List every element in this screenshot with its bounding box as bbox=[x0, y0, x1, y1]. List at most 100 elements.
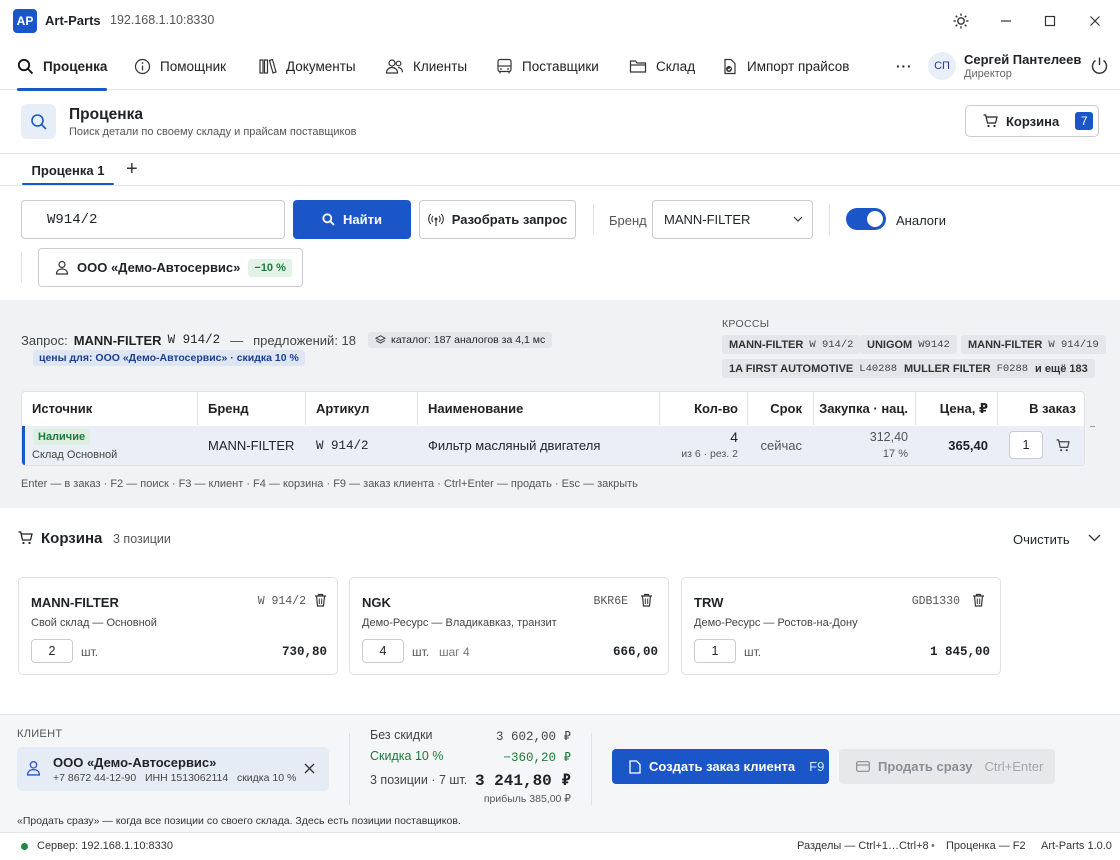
page-subtitle: Поиск детали по своему складу и прайсам … bbox=[69, 126, 357, 138]
cart-item-qty-input[interactable]: 1 bbox=[694, 639, 736, 663]
cart-title: Корзина bbox=[41, 530, 103, 547]
hotkeys-hint: Enter — в заказ · F2 — поиск · F3 — клие… bbox=[21, 478, 638, 490]
search-input[interactable]: W914/2 bbox=[21, 200, 285, 239]
nav-label: Импорт прайсов bbox=[747, 58, 850, 74]
app-version: Art-Parts 1.0.0 bbox=[1041, 840, 1112, 852]
cart-item-brand: TRW bbox=[694, 595, 724, 610]
column-header-qty[interactable]: Кол-во bbox=[662, 392, 738, 425]
close-button[interactable] bbox=[1085, 12, 1105, 30]
parse-query-label: Разобрать запрос bbox=[451, 212, 568, 227]
power-icon bbox=[1091, 57, 1108, 74]
document-icon bbox=[629, 759, 641, 774]
books-icon bbox=[259, 58, 277, 74]
brand-select[interactable]: MANN-FILTER bbox=[652, 200, 813, 239]
stock-badge: Наличие bbox=[33, 429, 91, 445]
cart-item-code: BKR6E bbox=[593, 595, 628, 608]
analogs-toggle[interactable] bbox=[846, 208, 886, 230]
add-tab-button[interactable]: + bbox=[126, 157, 138, 181]
cart-item-unit: шт. bbox=[412, 645, 430, 659]
cart-item-qty-input[interactable]: 4 bbox=[362, 639, 404, 663]
column-header-term[interactable]: Срок bbox=[750, 392, 802, 425]
cross-chip[interactable]: 1A FIRST AUTOMOTIVE L40288 bbox=[722, 359, 905, 378]
page-icon bbox=[21, 104, 56, 139]
discount-value: −360,20 ₽ bbox=[503, 751, 571, 765]
cross-code: W 914/2 bbox=[809, 338, 854, 351]
row-qty: 4 bbox=[730, 429, 738, 445]
chevron-down-icon bbox=[793, 216, 803, 222]
order-qty-input[interactable]: 1 bbox=[1009, 431, 1043, 459]
nav-item-warehouse[interactable]: Склад bbox=[629, 42, 695, 90]
query-summary: Запрос: MANN-FILTER W 914/2 — предложени… bbox=[21, 332, 553, 348]
cart-section-icon bbox=[18, 531, 33, 545]
column-header-source[interactable]: Источник bbox=[32, 392, 92, 425]
client-card[interactable]: ООО «Демо-Автосервис» +7 8672 44-12-90 И… bbox=[17, 747, 329, 791]
client-selector[interactable]: ООО «Демо-Автосервис» −10 % bbox=[38, 248, 303, 287]
divider bbox=[659, 392, 660, 425]
column-header-article[interactable]: Артикул bbox=[316, 392, 369, 425]
column-header-name[interactable]: Наименование bbox=[428, 392, 523, 425]
divider bbox=[349, 733, 350, 805]
client-section-label: КЛИЕНТ bbox=[17, 728, 63, 740]
nav-item-assistant[interactable]: Помощник bbox=[134, 42, 226, 90]
cart-icon bbox=[983, 114, 998, 128]
search-icon bbox=[322, 213, 335, 226]
cross-chip[interactable]: MULLER FILTER F0288 bbox=[897, 359, 1036, 378]
nav-item-estimate[interactable]: Проценка bbox=[17, 42, 108, 91]
nav-item-price-import[interactable]: Импорт прайсов bbox=[722, 42, 849, 90]
find-button[interactable]: Найти bbox=[293, 200, 411, 239]
sell-now-button[interactable]: Продать сразу Ctrl+Enter bbox=[839, 749, 1055, 784]
app-title: Art-Parts bbox=[45, 13, 101, 28]
nav-label: Поставщики bbox=[522, 58, 599, 74]
maximize-button[interactable] bbox=[1040, 12, 1060, 30]
nav-item-documents[interactable]: Документы bbox=[259, 42, 356, 90]
minimize-button[interactable] bbox=[996, 12, 1016, 30]
more-crosses-chip[interactable]: и ещё 183 bbox=[1028, 359, 1095, 378]
crosses-label: КРОССЫ bbox=[722, 318, 770, 330]
avatar[interactable]: СП bbox=[928, 52, 956, 80]
cross-chip[interactable]: UNIGOM W9142 bbox=[860, 335, 957, 354]
cart-count: 3 позиции bbox=[113, 532, 171, 546]
search-icon bbox=[17, 58, 34, 74]
chevron-down-icon bbox=[1088, 534, 1101, 542]
delete-item-button[interactable] bbox=[972, 593, 985, 607]
tab-estimate-1[interactable]: Проценка 1 bbox=[22, 155, 114, 185]
create-client-order-button[interactable]: Создать заказ клиента F9 bbox=[612, 749, 829, 784]
find-button-label: Найти bbox=[343, 212, 382, 227]
delete-item-button[interactable] bbox=[314, 593, 327, 607]
logout-button[interactable] bbox=[1090, 56, 1109, 75]
divider bbox=[591, 733, 592, 805]
delete-item-button[interactable] bbox=[640, 593, 653, 607]
cart-item-qty-input[interactable]: 2 bbox=[31, 639, 73, 663]
parse-query-button[interactable]: Разобрать запрос bbox=[419, 200, 576, 239]
column-header-brand[interactable]: Бренд bbox=[208, 392, 249, 425]
cart-button[interactable]: Корзина 7 bbox=[965, 105, 1099, 137]
no-discount-value: 3 602,00 ₽ bbox=[495, 730, 571, 744]
table-row[interactable]: Наличие Склад Основной MANN-FILTER W 914… bbox=[22, 426, 1084, 465]
theme-toggle-button[interactable] bbox=[951, 12, 971, 30]
column-header-order[interactable]: В заказ bbox=[1000, 392, 1076, 425]
search-input-value: W914/2 bbox=[47, 211, 98, 228]
more-menu-button[interactable]: ··· bbox=[896, 42, 913, 90]
brand-select-value: MANN-FILTER bbox=[664, 212, 751, 227]
cart-item-card: TRW GDB1330 Демо-Ресурс — Ростов-на-Дону… bbox=[681, 577, 1001, 675]
cross-more-label: и ещё 183 bbox=[1035, 362, 1088, 375]
row-qty-detail: из 6 · рез. 2 bbox=[681, 448, 738, 460]
maximize-icon bbox=[1044, 15, 1056, 27]
clear-cart-button[interactable]: Очистить bbox=[1013, 532, 1070, 547]
column-header-purchase[interactable]: Закупка · нац. bbox=[816, 392, 908, 425]
nav-item-suppliers[interactable]: Поставщики bbox=[496, 42, 599, 90]
close-icon[interactable] bbox=[304, 763, 315, 774]
column-header-price[interactable]: Цена, ₽ bbox=[918, 392, 988, 425]
add-to-cart-button[interactable] bbox=[1056, 439, 1070, 452]
cross-chip[interactable]: MANN-FILTER W 914/19 bbox=[961, 335, 1106, 354]
sections-hint: Разделы — Ctrl+1…Ctrl+8 bbox=[797, 840, 929, 852]
nav-item-clients[interactable]: Клиенты bbox=[385, 42, 467, 90]
collapse-cart-button[interactable] bbox=[1088, 534, 1101, 542]
cart-icon bbox=[18, 531, 33, 545]
page-title: Проценка bbox=[69, 106, 143, 123]
cross-chip[interactable]: MANN-FILTER W 914/2 bbox=[722, 335, 861, 354]
order-total: 3 241,80 ₽ bbox=[474, 772, 571, 790]
scrollbar[interactable] bbox=[1090, 426, 1095, 427]
cart-item-brand: NGK bbox=[362, 595, 391, 610]
bus-icon bbox=[497, 58, 512, 73]
